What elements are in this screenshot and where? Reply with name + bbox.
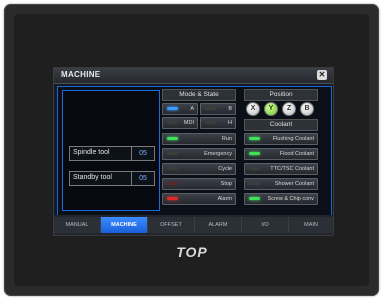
- position-header: Position: [244, 89, 318, 101]
- tool-info-panel: Spindle tool 05 Standby tool 05: [62, 90, 160, 211]
- mode-h-label: H: [228, 120, 232, 126]
- mode-a-button[interactable]: A: [162, 103, 198, 115]
- brand-logo: TOP: [170, 243, 214, 261]
- alarm-label: Alarm: [217, 196, 232, 202]
- emergency-button[interactable]: Emergency: [162, 148, 236, 160]
- mode-a-label: A: [190, 106, 194, 112]
- tab-main[interactable]: MAIN: [289, 217, 333, 233]
- ttc-tsc-coolant-label: TTC/TSC Coolant: [270, 166, 314, 172]
- machine-panel: Spindle tool 05 Standby tool 05 Mode & S…: [57, 86, 332, 216]
- mode-b-button[interactable]: B: [200, 103, 236, 115]
- mode-b-label: B: [228, 106, 232, 112]
- spindle-tool-label: Spindle tool: [73, 149, 110, 156]
- tab-io[interactable]: I/O: [242, 217, 289, 233]
- shower-coolant-button[interactable]: Shower Coolant: [244, 178, 318, 190]
- axis-y-button[interactable]: Y: [264, 102, 278, 116]
- mode-mdi-button[interactable]: MDI: [162, 117, 198, 129]
- bottom-tab-bar: MANUAL MACHINE OFFSET ALARM I/O MAIN: [54, 215, 333, 235]
- shower-coolant-lamp: [249, 182, 260, 185]
- axis-z-button[interactable]: Z: [282, 102, 296, 116]
- mode-mdi-label: MDI: [183, 120, 194, 126]
- mode-a-lamp: [167, 107, 178, 110]
- tab-manual[interactable]: MANUAL: [54, 217, 101, 233]
- run-label: Run: [221, 136, 232, 142]
- flood-coolant-button[interactable]: Flood Coolant: [244, 148, 318, 160]
- screw-chip-conv-lamp: [249, 197, 260, 200]
- screw-chip-conv-label: Screw & Chip conv: [267, 196, 314, 202]
- mode-h-button[interactable]: H: [200, 117, 236, 129]
- hmi-screen: MACHINE ✕ Spindle tool 05 Standby tool 0…: [53, 67, 334, 236]
- close-icon[interactable]: ✕: [317, 70, 327, 80]
- ttc-tsc-coolant-lamp: [249, 167, 260, 170]
- tab-alarm[interactable]: ALARM: [195, 217, 242, 233]
- run-button[interactable]: Run: [162, 133, 236, 145]
- flushing-coolant-lamp: [249, 137, 260, 140]
- spindle-tool-value[interactable]: 05: [131, 147, 154, 160]
- flood-coolant-lamp: [249, 152, 260, 155]
- axis-selector: X Y Z B: [244, 102, 318, 116]
- flushing-coolant-button[interactable]: Flushing Coolant: [244, 133, 318, 145]
- mode-b-lamp: [205, 107, 216, 110]
- mode-h-lamp: [205, 121, 216, 124]
- window-titlebar: MACHINE ✕: [54, 68, 333, 84]
- run-lamp: [167, 137, 178, 140]
- flood-coolant-label: Flood Coolant: [279, 151, 314, 157]
- tab-machine[interactable]: MACHINE: [101, 217, 148, 233]
- emergency-lamp: [167, 152, 178, 155]
- flushing-coolant-label: Flushing Coolant: [272, 136, 314, 142]
- standby-tool-label: Standby tool: [73, 174, 112, 181]
- emergency-label: Emergency: [204, 151, 232, 157]
- axis-b-button[interactable]: B: [300, 102, 314, 116]
- spindle-tool-row: Spindle tool 05: [69, 146, 155, 161]
- cycle-button[interactable]: Cycle: [162, 163, 236, 175]
- mode-state-header: Mode & State: [162, 89, 236, 101]
- alarm-lamp: [167, 197, 178, 200]
- ttc-tsc-coolant-button[interactable]: TTC/TSC Coolant: [244, 163, 318, 175]
- screw-chip-conv-button[interactable]: Screw & Chip conv: [244, 193, 318, 205]
- stop-lamp: [167, 182, 178, 185]
- standby-tool-row: Standby tool 05: [69, 171, 155, 186]
- alarm-button[interactable]: Alarm: [162, 193, 236, 205]
- control-area: Mode & State A B MDI H Run Emergency Cyc…: [162, 89, 328, 213]
- standby-tool-value[interactable]: 05: [131, 172, 154, 185]
- shower-coolant-label: Shower Coolant: [274, 181, 314, 187]
- mode-mdi-lamp: [167, 121, 178, 124]
- stop-button[interactable]: Stop: [162, 178, 236, 190]
- window-title: MACHINE: [61, 70, 101, 79]
- svg-text:TOP: TOP: [176, 244, 208, 260]
- axis-x-button[interactable]: X: [246, 102, 260, 116]
- cycle-label: Cycle: [218, 166, 232, 172]
- stop-label: Stop: [220, 181, 232, 187]
- coolant-header: Coolant: [244, 119, 318, 131]
- tab-offset[interactable]: OFFSET: [148, 217, 195, 233]
- cycle-lamp: [167, 167, 178, 170]
